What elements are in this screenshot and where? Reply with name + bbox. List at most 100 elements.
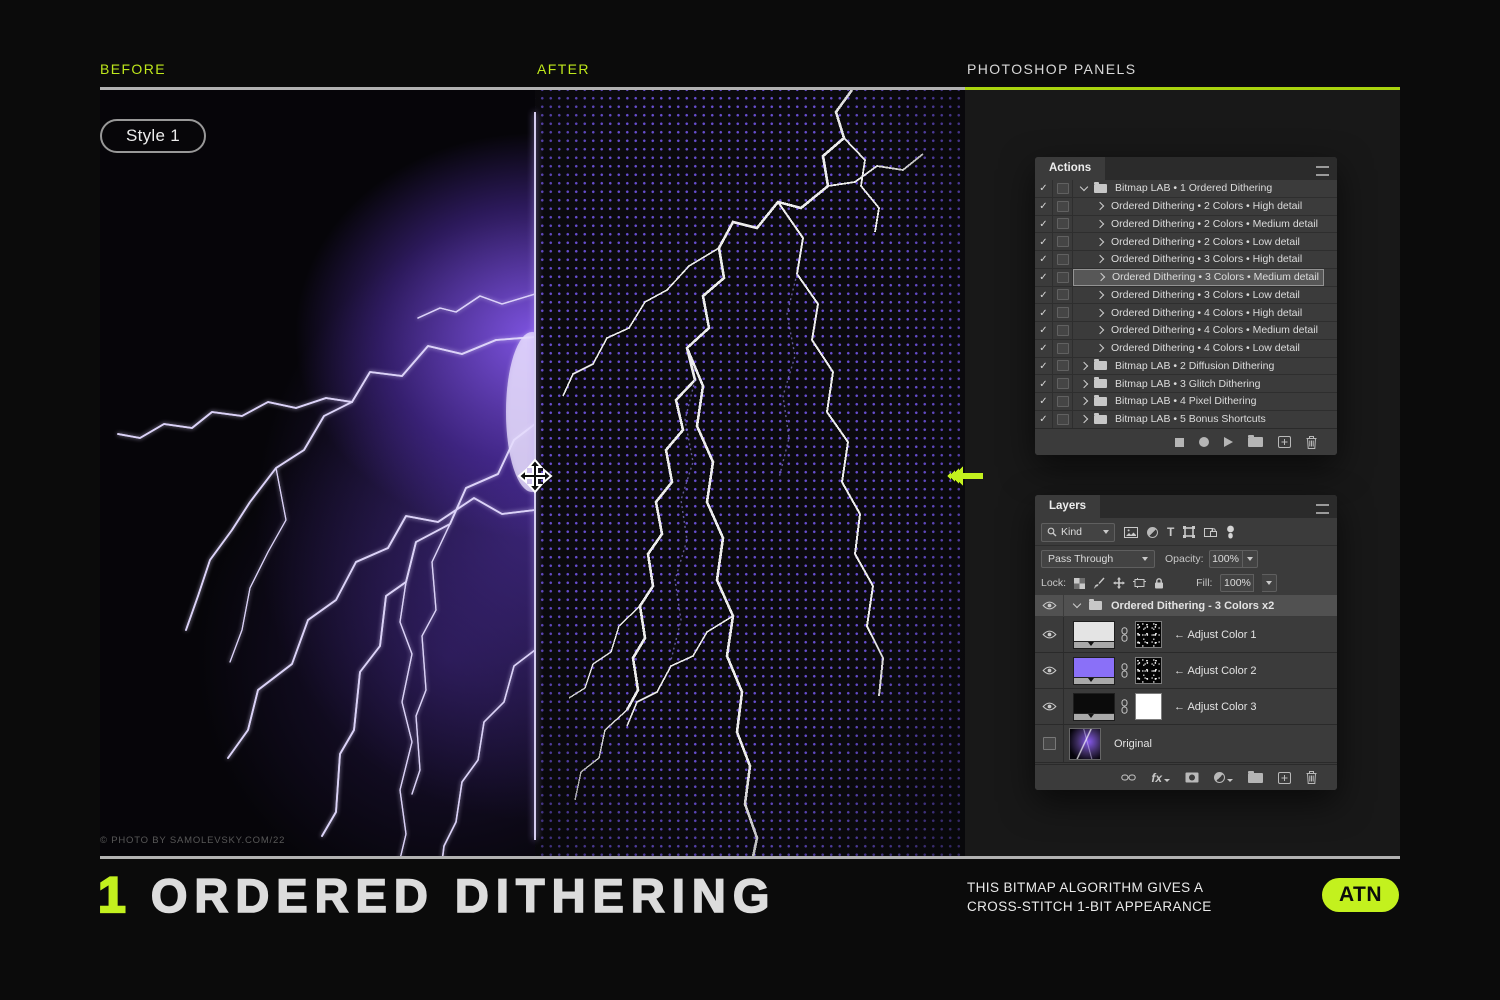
chevron-right-icon[interactable] [1097, 273, 1105, 281]
add-mask-icon[interactable] [1185, 772, 1199, 783]
chevron-right-icon[interactable] [1096, 220, 1104, 228]
create-set-icon[interactable] [1248, 437, 1263, 447]
action-row[interactable]: Ordered Dithering • 2 Colors • High deta… [1035, 198, 1337, 216]
smart-object-filter-icon[interactable] [1204, 527, 1217, 538]
create-action-icon[interactable] [1278, 436, 1291, 448]
action-dialog-toggle[interactable] [1053, 269, 1073, 286]
action-include-toggle[interactable] [1035, 180, 1053, 197]
chevron-down-icon[interactable] [1073, 600, 1081, 608]
layer-mask-thumbnail[interactable] [1135, 621, 1162, 648]
chevron-right-icon[interactable] [1080, 362, 1088, 370]
action-row[interactable]: Bitmap LAB • 1 Ordered Dithering [1035, 180, 1337, 198]
action-include-toggle[interactable] [1035, 251, 1053, 268]
action-row[interactable]: Ordered Dithering • 4 Colors • Medium de… [1035, 322, 1337, 340]
lock-all-icon[interactable] [1154, 578, 1164, 589]
lock-artboard-icon[interactable] [1133, 578, 1146, 588]
kind-filter-select[interactable]: Kind [1041, 523, 1115, 542]
blend-mode-select[interactable]: Pass Through [1041, 550, 1155, 568]
chevron-right-icon[interactable] [1096, 237, 1104, 245]
action-include-toggle[interactable] [1035, 233, 1053, 250]
pixel-layer-filter-icon[interactable] [1124, 527, 1138, 538]
action-row[interactable]: Ordered Dithering • 2 Colors • Low detai… [1035, 233, 1337, 251]
layer-row[interactable]: ← Adjust Color 1 [1035, 617, 1337, 653]
action-include-toggle[interactable] [1035, 216, 1053, 233]
chevron-right-icon[interactable] [1096, 291, 1104, 299]
visibility-toggle[interactable] [1035, 725, 1064, 762]
layer-mask-thumbnail[interactable] [1135, 657, 1162, 684]
tab-layers[interactable]: Layers [1035, 495, 1100, 518]
new-layer-icon[interactable] [1278, 772, 1291, 784]
visibility-toggle[interactable] [1035, 595, 1064, 616]
action-row[interactable]: Bitmap LAB • 5 Bonus Shortcuts [1035, 411, 1337, 429]
panel-menu-icon[interactable] [1316, 166, 1329, 176]
record-icon[interactable] [1199, 437, 1209, 447]
action-include-toggle[interactable] [1035, 340, 1053, 357]
action-row[interactable]: Bitmap LAB • 4 Pixel Dithering [1035, 393, 1337, 411]
action-include-toggle[interactable] [1035, 358, 1053, 375]
action-dialog-toggle[interactable] [1053, 393, 1073, 410]
action-row[interactable]: Ordered Dithering • 4 Colors • Low detai… [1035, 340, 1337, 358]
layer-row[interactable]: Original [1035, 725, 1337, 763]
layer-thumbnail[interactable] [1074, 694, 1114, 720]
visibility-toggle[interactable] [1035, 617, 1064, 652]
action-include-toggle[interactable] [1035, 322, 1053, 339]
action-include-toggle[interactable] [1035, 411, 1053, 428]
chevron-right-icon[interactable] [1080, 379, 1088, 387]
action-row[interactable]: Ordered Dithering • 4 Colors • High deta… [1035, 304, 1337, 322]
adjustment-filter-icon[interactable] [1147, 527, 1158, 538]
action-dialog-toggle[interactable] [1053, 322, 1073, 339]
tab-actions[interactable]: Actions [1035, 157, 1105, 180]
action-dialog-toggle[interactable] [1053, 287, 1073, 304]
chevron-right-icon[interactable] [1080, 415, 1088, 423]
action-include-toggle[interactable] [1035, 198, 1053, 215]
action-dialog-toggle[interactable] [1053, 411, 1073, 428]
action-dialog-toggle[interactable] [1053, 375, 1073, 392]
atn-badge[interactable]: ATN [1322, 878, 1399, 912]
action-row[interactable]: Ordered Dithering • 3 Colors • Low detai… [1035, 287, 1337, 305]
fill-value[interactable]: 100% [1220, 574, 1254, 592]
action-include-toggle[interactable] [1035, 304, 1053, 321]
layer-thumbnail[interactable] [1070, 729, 1100, 759]
action-dialog-toggle[interactable] [1053, 180, 1073, 197]
action-dialog-toggle[interactable] [1053, 251, 1073, 268]
delete-icon[interactable] [1306, 771, 1317, 784]
lock-position-icon[interactable] [1113, 577, 1125, 589]
action-row[interactable]: Bitmap LAB • 3 Glitch Dithering [1035, 375, 1337, 393]
action-dialog-toggle[interactable] [1053, 216, 1073, 233]
style-badge[interactable]: Style 1 [100, 119, 206, 153]
action-row[interactable]: Ordered Dithering • 2 Colors • Medium de… [1035, 216, 1337, 234]
layer-group-row[interactable]: Ordered Dithering - 3 Colors x2 [1035, 595, 1337, 617]
visibility-toggle[interactable] [1035, 689, 1064, 724]
layer-thumbnail[interactable] [1074, 622, 1114, 648]
delete-icon[interactable] [1306, 436, 1317, 449]
action-include-toggle[interactable] [1035, 393, 1053, 410]
chevron-right-icon[interactable] [1096, 255, 1104, 263]
action-row[interactable]: Ordered Dithering • 3 Colors • High deta… [1035, 251, 1337, 269]
adjustment-icon[interactable] [1214, 772, 1233, 783]
action-dialog-toggle[interactable] [1053, 340, 1073, 357]
layer-mask-thumbnail[interactable] [1135, 693, 1162, 720]
link-icon[interactable] [1121, 773, 1136, 782]
layer-row[interactable]: ← Adjust Color 2 [1035, 653, 1337, 689]
type-filter-icon[interactable]: T [1167, 525, 1174, 539]
chevron-right-icon[interactable] [1096, 344, 1104, 352]
fx-icon[interactable]: fx [1151, 773, 1170, 783]
group-icon[interactable] [1248, 773, 1263, 783]
action-include-toggle[interactable] [1035, 269, 1053, 286]
visibility-toggle[interactable] [1035, 653, 1064, 688]
action-dialog-toggle[interactable] [1053, 233, 1073, 250]
action-row[interactable]: Bitmap LAB • 2 Diffusion Dithering [1035, 358, 1337, 376]
play-icon[interactable] [1224, 437, 1233, 447]
chevron-right-icon[interactable] [1080, 183, 1088, 191]
chevron-right-icon[interactable] [1080, 397, 1088, 405]
action-row[interactable]: Ordered Dithering • 3 Colors • Medium de… [1035, 269, 1337, 287]
link-icon[interactable] [1120, 663, 1129, 678]
shape-filter-icon[interactable] [1183, 526, 1195, 538]
action-include-toggle[interactable] [1035, 287, 1053, 304]
link-icon[interactable] [1120, 627, 1129, 642]
link-icon[interactable] [1120, 699, 1129, 714]
filter-toggle-icon[interactable] [1226, 525, 1235, 539]
move-cursor-icon[interactable] [517, 458, 553, 494]
action-dialog-toggle[interactable] [1053, 198, 1073, 215]
lock-pixels-icon[interactable] [1093, 577, 1105, 589]
